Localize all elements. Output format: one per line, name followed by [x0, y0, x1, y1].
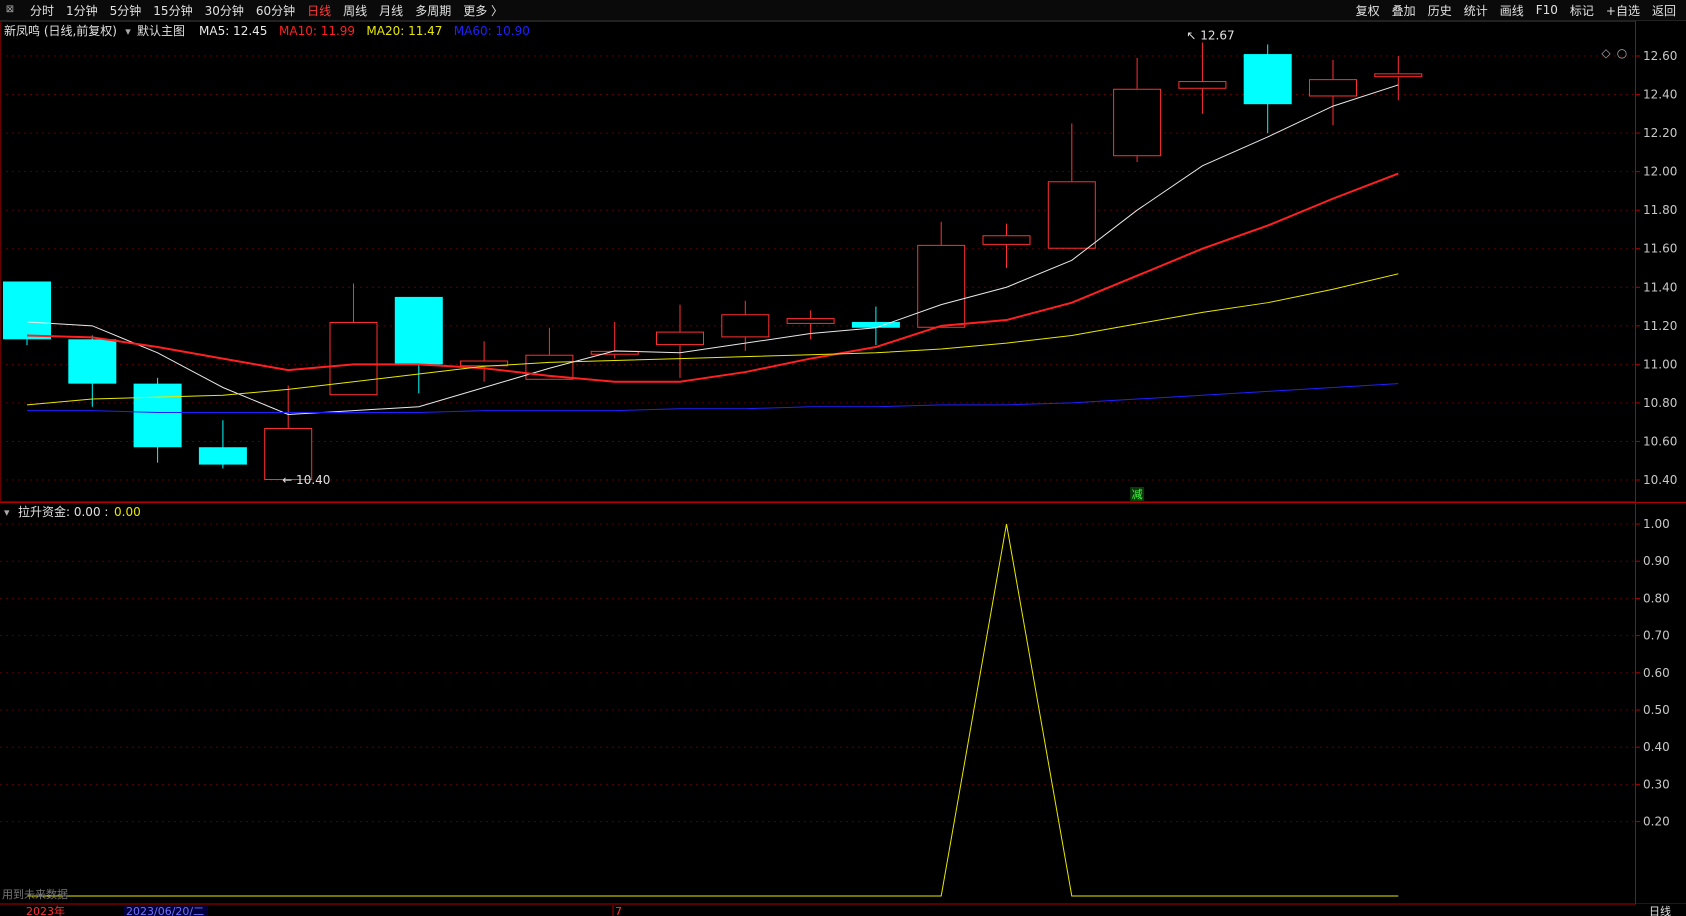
ma-line-ma20 [26, 273, 1399, 406]
high-price-marker: ↖ 12.67 [1186, 29, 1234, 43]
period-tab-1[interactable]: 1分钟 [60, 2, 104, 19]
tool-button-4[interactable]: 画线 [1494, 2, 1530, 19]
top-toolbar: ⊠ 分时 1分钟 5分钟 15分钟 30分钟 60分钟 日线 周线 月线 多周期 更多 〉 复权 叠加… [0, 0, 1686, 21]
candle-body-up [786, 318, 835, 324]
main-tick-label: 12.00 [1643, 165, 1677, 179]
ma-legend-3: MA60: 10.90 [454, 24, 530, 38]
main-tick-label: 10.60 [1643, 434, 1677, 448]
candle-body-up [1309, 79, 1357, 97]
candle-body-up [1113, 88, 1162, 157]
sub-tick-label: 0.20 [1643, 815, 1670, 829]
ma-legend-1: MA10: 11.99 [279, 24, 355, 38]
candle-body-down [133, 383, 182, 448]
sub-tick-label: 0.30 [1643, 777, 1670, 791]
ma-legend-2: MA20: 11.47 [366, 24, 442, 38]
chart-area: 10.40 10.60 10.80 11.00 11.20 11.40 11.60 11.80… [0, 21, 1686, 916]
sub-series-line [27, 523, 1399, 897]
main-tick-label: 11.00 [1643, 357, 1677, 371]
candle-body-up [1178, 81, 1227, 89]
candle-body-up [917, 244, 966, 328]
tool-button-1[interactable]: 叠加 [1386, 2, 1422, 19]
ma-line-ma5 [26, 84, 1399, 415]
candle-body-down [198, 447, 247, 465]
ma-line-ma10 [26, 172, 1399, 383]
sub-indicator-value: 0.00 [114, 505, 141, 519]
indicator-name: 默认主图 [137, 23, 185, 38]
window-menu-icon[interactable]: ⊠ [2, 3, 18, 17]
tool-button-3[interactable]: 统计 [1458, 2, 1494, 19]
period-tab-3[interactable]: 15分钟 [147, 2, 198, 19]
candle-body-down [394, 296, 443, 365]
tool-button-6[interactable]: 标记 [1564, 2, 1600, 19]
period-tab-2[interactable]: 5分钟 [104, 2, 148, 19]
main-tick-label: 10.80 [1643, 396, 1677, 410]
tool-buttons: 复权 叠加 历史 统计 画线 F10 标记 +自选 返回 [1350, 0, 1682, 20]
candle-body-up [264, 427, 313, 480]
main-tick-label: 10.40 [1643, 473, 1677, 487]
candle-body-down [3, 281, 51, 340]
ma-line-ma60 [27, 383, 1399, 414]
year-label: 2023年 [26, 904, 65, 916]
sub-tick-label: 1.00 [1643, 517, 1670, 531]
tool-button-7[interactable]: +自选 [1600, 2, 1646, 19]
sub-tick-label: 0.40 [1643, 740, 1670, 754]
period-label: 日线 [1649, 904, 1671, 916]
sub-tick-label: 0.50 [1643, 703, 1670, 717]
sub-tick-label: 0.90 [1643, 554, 1670, 568]
indicator-dropdown-icon: ▾ [125, 25, 131, 38]
bottom-bar-bg [0, 904, 1686, 916]
candle-body-up [656, 331, 704, 346]
candle-body-down [851, 321, 900, 328]
main-tick-label: 12.60 [1643, 49, 1677, 63]
date-label: 2023/06/20/二 [126, 905, 204, 916]
candle-body-up [1374, 73, 1423, 78]
main-tick-label: 11.40 [1643, 280, 1677, 294]
sub-indicator-title: 拉升资金: 0.00 : [18, 504, 108, 519]
stock-title: 新凤鸣 (日线,前复权) [4, 23, 117, 38]
sub-tick-label: 0.60 [1643, 666, 1670, 680]
sub-tick-label: 0.70 [1643, 629, 1670, 643]
period-tab-0[interactable]: 分时 [24, 2, 60, 19]
period-tab-4[interactable]: 30分钟 [199, 2, 250, 19]
main-tick-label: 12.40 [1643, 88, 1677, 102]
candle-body-up [982, 235, 1031, 245]
circle-icon: ○ [1617, 46, 1627, 60]
candle-body-up [1047, 181, 1096, 249]
period-tab-9[interactable]: 多周期 [409, 2, 457, 19]
period-tab-7[interactable]: 周线 [337, 2, 373, 19]
period-tab-5[interactable]: 60分钟 [250, 2, 301, 19]
tool-button-2[interactable]: 历史 [1422, 2, 1458, 19]
sub-tick-label: 0.80 [1643, 591, 1670, 605]
tool-button-5[interactable]: F10 [1530, 3, 1564, 17]
signal-badge: 减 [1132, 488, 1143, 501]
period-tab-8[interactable]: 月线 [373, 2, 409, 19]
main-tick-label: 11.80 [1643, 203, 1677, 217]
main-tick-label: 11.20 [1643, 319, 1677, 333]
candle-body-down [1243, 54, 1292, 105]
candle-body-down [68, 339, 117, 384]
tool-button-0[interactable]: 复权 [1350, 2, 1386, 19]
period-tab-6[interactable]: 日线 [301, 2, 337, 19]
main-tick-label: 12.20 [1643, 126, 1677, 140]
low-price-marker: ← 10.40 [282, 473, 330, 487]
candle-body-up [721, 314, 770, 338]
main-panel-frame [0, 21, 1636, 502]
future-data-note: 用到未来数据 [2, 887, 68, 901]
cursor-label: 7 [615, 905, 622, 916]
diamond-icon: ◇ [1601, 46, 1611, 60]
period-tab-10[interactable]: 更多 〉 [457, 2, 509, 19]
tool-button-8[interactable]: 返回 [1646, 2, 1682, 19]
ma-legend-0: MA5: 12.45 [199, 24, 267, 38]
period-tabs: ⊠ 分时 1分钟 5分钟 15分钟 30分钟 60分钟 日线 周线 月线 多周期 更多 〉 [0, 0, 509, 20]
main-tick-label: 11.60 [1643, 242, 1677, 256]
sub-dropdown-icon: ▾ [4, 506, 10, 519]
